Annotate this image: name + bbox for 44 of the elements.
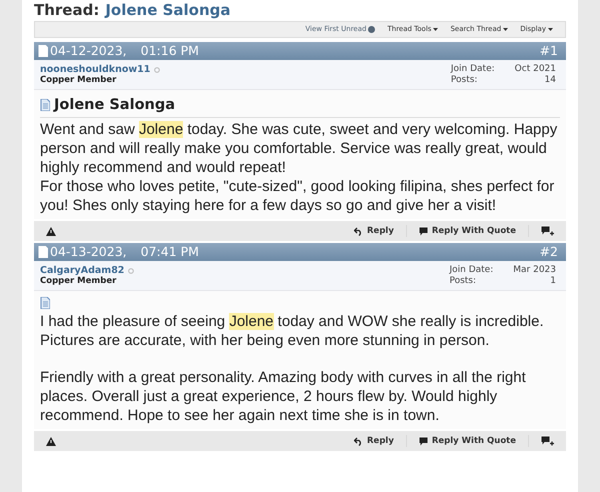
reply-arrow-icon bbox=[354, 226, 364, 236]
reply-arrow-icon bbox=[354, 436, 364, 446]
multi-quote-icon[interactable] bbox=[541, 226, 554, 236]
caret-icon bbox=[503, 28, 508, 31]
reply-button[interactable]: Reply bbox=[342, 434, 407, 448]
offline-status-icon bbox=[128, 268, 134, 274]
join-date-label: Join Date: bbox=[449, 265, 494, 276]
offline-status-icon bbox=[154, 66, 160, 72]
post-icon bbox=[38, 246, 48, 258]
username-link[interactable]: CalgaryAdam82 bbox=[40, 265, 124, 276]
posts-label: Posts: bbox=[450, 74, 478, 85]
reply-with-quote-button[interactable]: Reply With Quote bbox=[406, 434, 529, 448]
post-time: 07:41 PM bbox=[140, 242, 199, 261]
thread-title: Jolene Salonga bbox=[105, 1, 231, 19]
caret-icon bbox=[548, 28, 553, 31]
info-icon bbox=[368, 26, 376, 33]
post-icon bbox=[40, 99, 50, 111]
quote-bubble-icon bbox=[418, 436, 428, 446]
post-title: Jolene Salonga bbox=[54, 96, 176, 114]
posts-label: Posts: bbox=[449, 276, 478, 286]
post-text: I had the pleasure of seeing Jolene today and WOW she really is incredible. Pictures are accurate, with her being even more stunning in person. bbox=[40, 312, 545, 350]
username-link[interactable]: nooneshouldknow11 bbox=[40, 64, 150, 75]
user-rank: Copper Member bbox=[40, 276, 118, 286]
post-text: Went and saw Jolene today. She was cute, sweet and very welcoming. Happy person and will really make you comfortable. Service was really great, would highly recommend and would repeat! For those who loves petite, "cute-sized", good looking filipina, shes perfect for you! Shes only staying here for a few days so go and give her a visit! bbox=[40, 120, 558, 215]
join-date-value: Oct 2021 bbox=[514, 64, 556, 74]
posts-count: 1 bbox=[549, 276, 556, 286]
user-rank: Copper Member bbox=[40, 75, 118, 85]
post-date: 04-12-2023, bbox=[50, 42, 127, 60]
join-date-value: Mar 2023 bbox=[513, 265, 556, 276]
quote-bubble-icon bbox=[418, 226, 428, 236]
post-icon bbox=[38, 45, 48, 57]
thread-label: Thread: bbox=[34, 1, 100, 19]
reply-button[interactable]: Reply bbox=[342, 224, 407, 238]
warning-icon[interactable] bbox=[46, 436, 56, 446]
post-time: 01:16 PM bbox=[140, 42, 199, 60]
multi-quote-icon[interactable] bbox=[541, 436, 554, 446]
warning-icon[interactable] bbox=[46, 226, 56, 236]
caret-icon bbox=[433, 28, 438, 31]
post-text: Friendly with a great personality. Amazing body with curves in all the right places. Overall just a great experience, 2 hours flew by. Would highly recommend. Hope to see her again next time she is in town. bbox=[40, 368, 527, 425]
reply-with-quote-button[interactable]: Reply With Quote bbox=[406, 224, 529, 238]
post-icon bbox=[40, 297, 50, 309]
join-date-label: Join Date: bbox=[450, 64, 495, 74]
post-date: 04-13-2023, bbox=[50, 242, 127, 261]
posts-count: 14 bbox=[544, 74, 556, 85]
